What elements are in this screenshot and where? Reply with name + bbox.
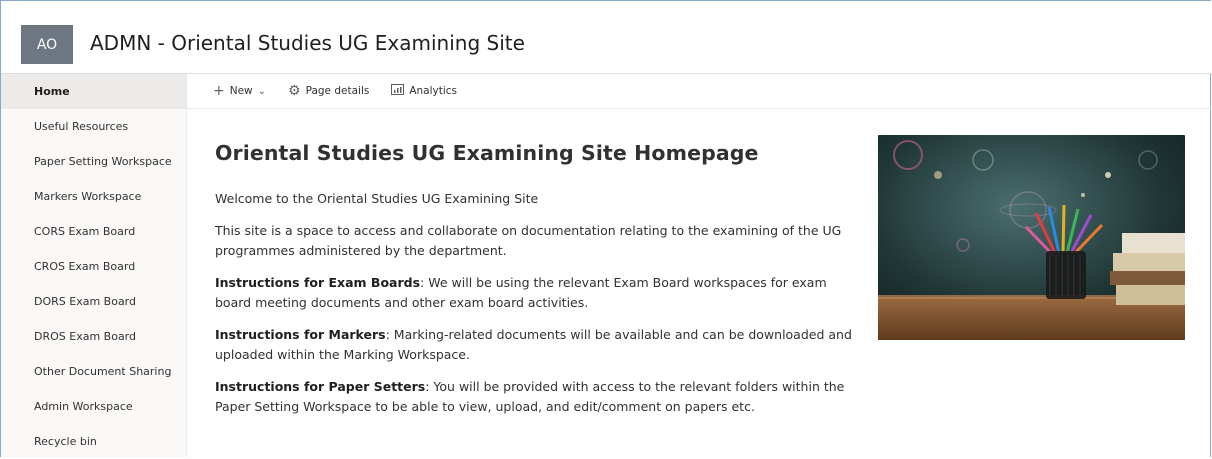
page-details-label: Page details bbox=[305, 85, 370, 97]
sidebar-item-dros-exam-board[interactable]: DROS Exam Board bbox=[1, 319, 186, 354]
paper-setters-instructions: Instructions for Paper Setters: You will… bbox=[215, 377, 855, 417]
exam-boards-heading: Instructions for Exam Boards bbox=[215, 275, 421, 290]
sidebar-item-home[interactable]: Home bbox=[1, 74, 186, 109]
sidebar-item-useful-resources[interactable]: Useful Resources bbox=[1, 109, 186, 144]
sidebar-item-other-document-sharing[interactable]: Other Document Sharing bbox=[1, 354, 186, 389]
new-label: New bbox=[229, 85, 253, 97]
plus-icon: + bbox=[213, 83, 225, 99]
markers-heading: Instructions for Markers bbox=[215, 327, 386, 342]
sidebar-item-paper-setting-workspace[interactable]: Paper Setting Workspace bbox=[1, 144, 186, 179]
sidebar-item-admin-workspace[interactable]: Admin Workspace bbox=[1, 389, 186, 424]
new-button[interactable]: + New ⌄ bbox=[213, 84, 266, 98]
paper-setters-heading: Instructions for Paper Setters bbox=[215, 379, 426, 394]
chalkboard-pencils-illustration bbox=[878, 135, 1185, 340]
hero-image bbox=[878, 135, 1185, 340]
sidebar-item-markers-workspace[interactable]: Markers Workspace bbox=[1, 179, 186, 214]
sidebar-item-recycle-bin[interactable]: Recycle bin bbox=[1, 424, 186, 459]
site-title[interactable]: ADMN - Oriental Studies UG Examining Sit… bbox=[90, 31, 525, 55]
sidebar-item-dors-exam-board[interactable]: DORS Exam Board bbox=[1, 284, 186, 319]
left-navigation: Home Useful Resources Paper Setting Work… bbox=[1, 74, 187, 457]
exam-boards-instructions: Instructions for Exam Boards: We will be… bbox=[215, 273, 855, 313]
gear-icon: ⚙ bbox=[288, 83, 301, 99]
page-title: Oriental Studies UG Examining Site Homep… bbox=[215, 141, 759, 165]
analytics-icon bbox=[391, 84, 405, 98]
analytics-button[interactable]: Analytics bbox=[391, 84, 457, 98]
analytics-label: Analytics bbox=[409, 85, 458, 97]
sidebar-item-cros-exam-board[interactable]: CROS Exam Board bbox=[1, 249, 186, 284]
main-content: Oriental Studies UG Examining Site Homep… bbox=[215, 135, 855, 429]
welcome-text: Welcome to the Oriental Studies UG Exami… bbox=[215, 191, 539, 206]
command-bar: + New ⌄ ⚙ Page details Analytics bbox=[187, 74, 1211, 109]
chevron-down-icon: ⌄ bbox=[257, 85, 267, 97]
site-logo[interactable]: AO bbox=[21, 25, 73, 64]
markers-instructions: Instructions for Markers: Marking-relate… bbox=[215, 325, 855, 365]
intro-text: This site is a space to access and colla… bbox=[215, 223, 842, 258]
site-header: AO ADMN - Oriental Studies UG Examining … bbox=[1, 1, 1211, 74]
sidebar-item-cors-exam-board[interactable]: CORS Exam Board bbox=[1, 214, 186, 249]
page-details-button[interactable]: ⚙ Page details bbox=[288, 84, 369, 98]
